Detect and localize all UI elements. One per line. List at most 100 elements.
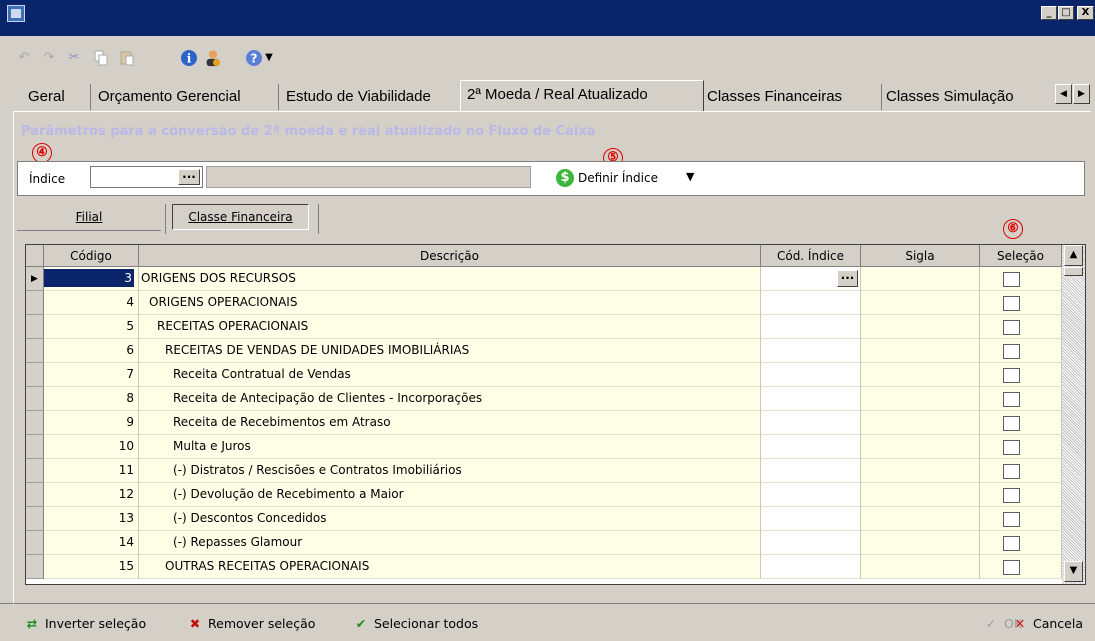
selection-checkbox[interactable] [1003,560,1020,575]
cell-sigla[interactable] [861,483,980,507]
cancel-button[interactable]: ✕ Cancela [1011,615,1083,633]
cell-cod-indice[interactable] [761,435,861,459]
cell-sigla[interactable] [861,363,980,387]
row-indicator[interactable] [26,387,44,411]
cell-cod-indice[interactable]: ... [761,267,861,291]
cell-sigla[interactable] [861,435,980,459]
invert-selection-button[interactable]: ⇄ Inverter seleção [23,615,146,633]
table-row[interactable]: 10 Multa e Juros [26,435,1062,459]
selection-checkbox[interactable] [1003,464,1020,479]
row-indicator[interactable] [26,339,44,363]
cell-descricao[interactable]: ORIGENS OPERACIONAIS [139,291,761,315]
maximize-button[interactable]: □ [1058,6,1074,20]
cell-sigla[interactable] [861,315,980,339]
cell-descricao[interactable]: ORIGENS DOS RECURSOS [139,267,761,291]
cell-cod-indice[interactable] [761,531,861,555]
cell-cod-indice[interactable] [761,363,861,387]
selection-checkbox[interactable] [1003,440,1020,455]
cell-sigla[interactable] [861,339,980,363]
cell-descricao[interactable]: OUTRAS RECEITAS OPERACIONAIS [139,555,761,579]
cell-codigo[interactable]: 6 [44,339,139,363]
selection-checkbox[interactable] [1003,296,1020,311]
tab-classes-financeiras[interactable]: Classes Financeiras [707,84,882,110]
row-indicator[interactable] [26,531,44,555]
cell-sigla[interactable] [861,555,980,579]
cell-descricao[interactable]: (-) Descontos Concedidos [139,507,761,531]
table-row[interactable]: 12 (-) Devolução de Recebimento a Maior [26,483,1062,507]
cell-cod-indice[interactable] [761,411,861,435]
cell-cod-indice[interactable] [761,483,861,507]
tab-scroll-right-icon[interactable]: ▶ [1073,84,1090,104]
cell-codigo[interactable]: 8 [44,387,139,411]
row-indicator[interactable] [26,411,44,435]
cell-codigo[interactable]: 10 [44,435,139,459]
cell-cod-indice[interactable] [761,387,861,411]
column-header-selecao[interactable]: Seleção [980,245,1062,267]
selection-checkbox[interactable] [1003,512,1020,527]
column-header-codigo[interactable]: Código [44,245,139,267]
grid-scrollbar[interactable]: ▲ ▼ [1062,245,1085,584]
selection-checkbox[interactable] [1003,392,1020,407]
close-button[interactable]: X [1077,6,1094,20]
cell-descricao[interactable]: Receita de Antecipação de Clientes - Inc… [139,387,761,411]
scroll-thumb[interactable] [1064,267,1083,276]
redo-icon[interactable]: ↷ [40,50,58,66]
subtab-classe-financeira[interactable]: Classe Financeira [172,204,309,230]
remove-selection-button[interactable]: ✖ Remover seleção [186,615,316,633]
tab-classes-simulacao[interactable]: Classes Simulação [886,84,1038,110]
define-index-dropdown-icon[interactable]: ▼ [686,170,694,183]
undo-icon[interactable]: ↶ [15,50,33,66]
selection-checkbox[interactable] [1003,272,1020,287]
row-indicator[interactable] [26,291,44,315]
table-row[interactable]: 13 (-) Descontos Concedidos [26,507,1062,531]
table-row[interactable]: 11 (-) Distratos / Rescisões e Contratos … [26,459,1062,483]
row-indicator[interactable] [26,483,44,507]
row-indicator[interactable] [26,363,44,387]
row-indicator[interactable] [26,435,44,459]
table-row[interactable]: 4 ORIGENS OPERACIONAIS [26,291,1062,315]
table-row[interactable]: 6 RECEITAS DE VENDAS DE UNIDADES IMOBILIÁ… [26,339,1062,363]
cell-sigla[interactable] [861,387,980,411]
cell-codigo[interactable]: 12 [44,483,139,507]
cell-descricao[interactable]: Receita Contratual de Vendas [139,363,761,387]
cell-codigo[interactable]: 9 [44,411,139,435]
selection-checkbox[interactable] [1003,368,1020,383]
cell-codigo[interactable]: 3 [44,267,139,291]
cell-sigla[interactable] [861,267,980,291]
column-header-sigla[interactable]: Sigla [861,245,980,267]
table-row[interactable]: 5 RECEITAS OPERACIONAIS [26,315,1062,339]
cell-sigla[interactable] [861,507,980,531]
cell-descricao[interactable]: Receita de Recebimentos em Atraso [139,411,761,435]
define-index-button[interactable]: Definir Índice [578,171,658,185]
cell-sigla[interactable] [861,459,980,483]
tab-scroll-left-icon[interactable]: ◀ [1055,84,1072,104]
cell-cod-indice[interactable] [761,291,861,315]
subtab-filial[interactable]: Filial [17,205,161,231]
table-row[interactable]: 15 OUTRAS RECEITAS OPERACIONAIS [26,555,1062,579]
selection-checkbox[interactable] [1003,488,1020,503]
cell-codigo[interactable]: 5 [44,315,139,339]
cell-codigo[interactable]: 13 [44,507,139,531]
cell-descricao[interactable]: RECEITAS DE VENDAS DE UNIDADES IMOBILIÁR… [139,339,761,363]
minimize-button[interactable]: _ [1041,6,1057,20]
selection-checkbox[interactable] [1003,416,1020,431]
user-icon[interactable] [204,50,222,67]
cell-cod-indice[interactable] [761,507,861,531]
cell-codigo[interactable]: 11 [44,459,139,483]
table-row[interactable]: 14 (-) Repasses Glamour [26,531,1062,555]
cell-codigo[interactable]: 14 [44,531,139,555]
cut-icon[interactable]: ✂ [65,50,83,66]
row-indicator[interactable] [26,459,44,483]
cell-cod-indice[interactable] [761,339,861,363]
table-row[interactable]: 9 Receita de Recebimentos em Atraso [26,411,1062,435]
selection-checkbox[interactable] [1003,536,1020,551]
cell-cod-indice[interactable] [761,555,861,579]
table-row[interactable]: 8 Receita de Antecipação de Clientes - In… [26,387,1062,411]
tab-geral[interactable]: Geral [28,84,91,110]
scroll-down-icon[interactable]: ▼ [1064,561,1083,582]
index-lookup-button[interactable]: ... [178,168,200,185]
index-input[interactable]: ... [90,166,203,188]
row-indicator[interactable] [26,555,44,579]
row-indicator[interactable]: ▶ [26,267,44,291]
table-row[interactable]: ▶ 3 ORIGENS DOS RECURSOS... [26,267,1062,291]
